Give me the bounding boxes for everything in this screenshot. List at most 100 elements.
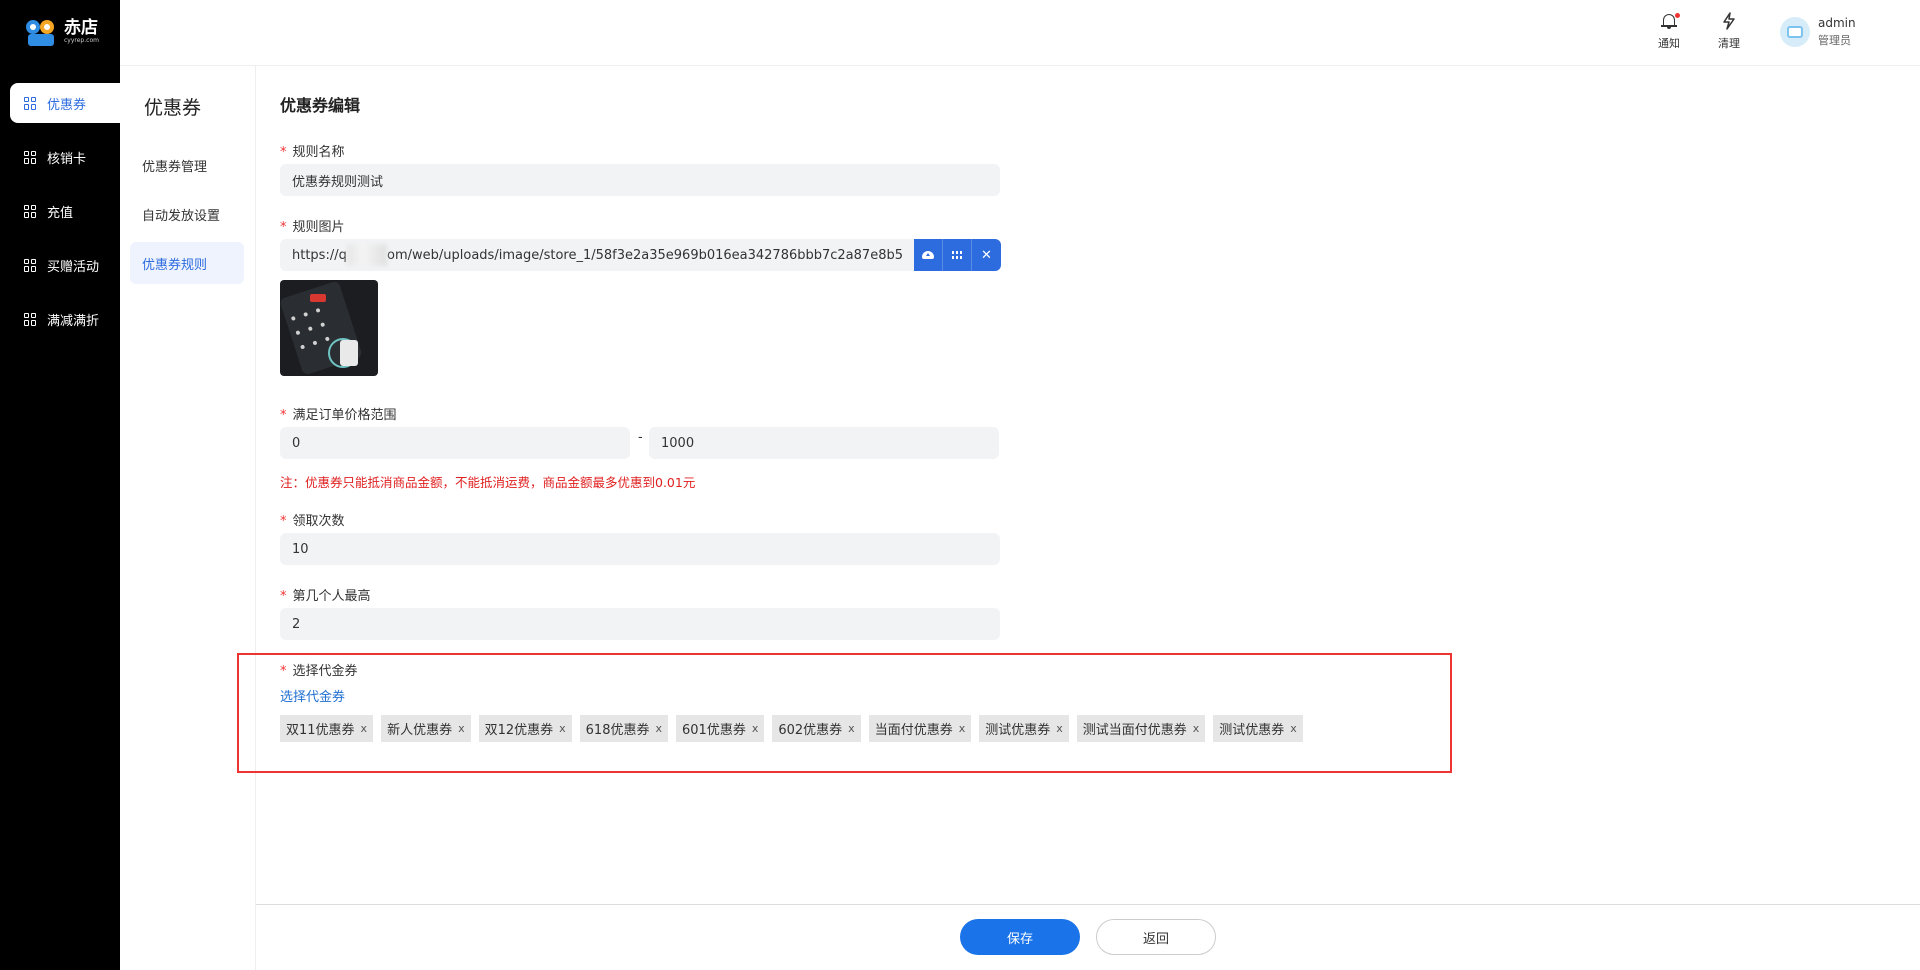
- brand-subtitle: cyyrep.com: [64, 37, 99, 44]
- tag-remove-icon[interactable]: x: [655, 722, 662, 735]
- voucher-tag: 602优惠券 x: [772, 715, 861, 742]
- nav-item-recharge[interactable]: 充值: [0, 191, 120, 231]
- tag-remove-icon[interactable]: x: [458, 722, 465, 735]
- logo[interactable]: 赤店 cyyrep.com: [24, 14, 99, 50]
- main-content: 优惠券编辑 * 规则名称 优惠券规则测试 * 规则图片 https://q om/we…: [237, 66, 1920, 970]
- clear-label: 清理: [1718, 37, 1740, 50]
- range-separator: -: [638, 430, 643, 445]
- submenu-title: 优惠券: [144, 97, 202, 119]
- tag-remove-icon[interactable]: x: [361, 722, 368, 735]
- tag-remove-icon[interactable]: x: [959, 722, 966, 735]
- grid-icon: [24, 312, 37, 326]
- tag-remove-icon[interactable]: x: [1056, 722, 1063, 735]
- nav-item-label: 优惠券: [47, 97, 87, 113]
- cloud-upload-icon: [922, 251, 934, 259]
- voucher-tag: 双11优惠券 x: [280, 715, 374, 742]
- receive-count-input[interactable]: 10: [280, 533, 1000, 565]
- user-menu[interactable]: admin 管理员: [1780, 14, 1856, 50]
- image-button-group: ✕: [914, 239, 1001, 271]
- brand-name: 赤店: [64, 18, 98, 38]
- voucher-label: * 选择代金券: [280, 664, 358, 679]
- close-icon: ✕: [981, 247, 992, 263]
- notification-dot: [1675, 13, 1680, 18]
- submenu-item-coupon-manage[interactable]: 优惠券管理: [130, 144, 244, 186]
- rule-name-value: 优惠券规则测试: [292, 174, 384, 190]
- user-name: admin: [1818, 16, 1856, 30]
- nav-item-buy-gift[interactable]: 买赠活动: [0, 245, 120, 285]
- upload-button[interactable]: [914, 239, 943, 271]
- tag-remove-icon[interactable]: x: [848, 722, 855, 735]
- redacted-blur: [346, 244, 388, 266]
- nav-item-label: 买赠活动: [47, 259, 100, 275]
- voucher-tag: 测试当面付优惠券 x: [1076, 715, 1206, 742]
- nth-person-label: * 第几个人最高: [280, 589, 371, 604]
- notify-button[interactable]: 通知: [1658, 12, 1680, 51]
- required-mark: *: [280, 664, 287, 679]
- submenu-item-auto-issue[interactable]: 自动发放设置: [130, 193, 244, 235]
- grid-icon: [24, 150, 37, 164]
- price-range-label: * 满足订单价格范围: [280, 408, 397, 423]
- nav-item-label: 满减满折: [47, 313, 100, 329]
- nav-item-label: 核销卡: [47, 151, 87, 167]
- form-footer: 保存 返回: [256, 904, 1920, 970]
- clear-image-button[interactable]: ✕: [972, 239, 1001, 271]
- back-button[interactable]: 返回: [1096, 919, 1216, 955]
- rule-image-label: * 规则图片: [280, 220, 345, 235]
- nth-person-input[interactable]: 2: [280, 608, 1000, 640]
- voucher-tag: 测试优惠券 x: [1213, 715, 1303, 742]
- receive-count-value: 10: [292, 541, 309, 557]
- tag-remove-icon[interactable]: x: [752, 722, 759, 735]
- top-header: 通知 清理 admin 管理员: [120, 0, 1920, 66]
- gallery-button[interactable]: [943, 239, 972, 271]
- nav-item-label: 充值: [47, 205, 74, 221]
- submenu-item-label: 优惠券管理: [142, 159, 208, 175]
- required-mark: *: [280, 514, 287, 529]
- voucher-tag-list: 双11优惠券 x 新人优惠券 x 双12优惠券 x 618优惠券 x 601优惠券 x 6…: [280, 715, 1303, 742]
- voucher-tag: 测试优惠券 x: [979, 715, 1069, 742]
- rule-image-url-prefix: https://q: [292, 247, 347, 263]
- rule-image-url-suffix: om/web/uploads/image/store_1/58f3e2a35e9…: [387, 247, 903, 263]
- nth-person-value: 2: [292, 616, 301, 632]
- voucher-tag: 601优惠券 x: [676, 715, 765, 742]
- receive-count-label: * 领取次数: [280, 514, 345, 529]
- avatar: [1780, 17, 1810, 47]
- price-max-input[interactable]: 1000: [649, 427, 999, 459]
- submenu-item-label: 自动发放设置: [142, 208, 221, 224]
- voucher-tag: 新人优惠券 x: [381, 715, 471, 742]
- price-min-input[interactable]: 0: [280, 427, 630, 459]
- required-mark: *: [280, 145, 287, 160]
- nav-item-full-reduction[interactable]: 满减满折: [0, 299, 120, 339]
- grid-thumbnails-icon: [952, 251, 962, 259]
- save-button[interactable]: 保存: [960, 919, 1080, 955]
- price-max-value: 1000: [661, 435, 695, 451]
- page-title: 优惠券编辑: [280, 96, 361, 115]
- voucher-tag: 当面付优惠券 x: [868, 715, 972, 742]
- tag-remove-icon[interactable]: x: [559, 722, 566, 735]
- rule-image-url-input[interactable]: https://q om/web/uploads/image/store_1/58…: [280, 239, 915, 271]
- price-note: 注：优惠券只能抵消商品金额，不能抵消运费，商品金额最多优惠到0.01元: [280, 475, 696, 490]
- grid-icon: [24, 204, 37, 218]
- voucher-tag: 618优惠券 x: [579, 715, 668, 742]
- rule-name-label: * 规则名称: [280, 145, 345, 160]
- main-nav: 优惠券 核销卡 充值 买赠活动 满减满折: [0, 83, 120, 353]
- price-min-value: 0: [292, 435, 301, 451]
- rule-name-input[interactable]: 优惠券规则测试: [280, 164, 1000, 196]
- select-voucher-link[interactable]: 选择代金券: [280, 686, 345, 705]
- voucher-tag: 双12优惠券 x: [478, 715, 572, 742]
- highlight-box: [237, 653, 1452, 773]
- tag-remove-icon[interactable]: x: [1193, 722, 1200, 735]
- notify-label: 通知: [1658, 37, 1680, 50]
- nav-item-verify-card[interactable]: 核销卡: [0, 137, 120, 177]
- required-mark: *: [280, 589, 287, 604]
- required-mark: *: [280, 408, 287, 423]
- clear-button[interactable]: 清理: [1718, 12, 1740, 51]
- grid-icon: [24, 258, 37, 272]
- lightning-icon: [1721, 12, 1737, 35]
- grid-icon: [24, 96, 37, 110]
- submenu-item-coupon-rules[interactable]: 优惠券规则: [130, 242, 244, 284]
- bell-icon: [1661, 12, 1680, 35]
- tag-remove-icon[interactable]: x: [1290, 722, 1297, 735]
- user-role: 管理员: [1818, 34, 1851, 47]
- logo-mark-icon: [24, 14, 60, 50]
- nav-item-coupon[interactable]: 优惠券: [10, 83, 120, 123]
